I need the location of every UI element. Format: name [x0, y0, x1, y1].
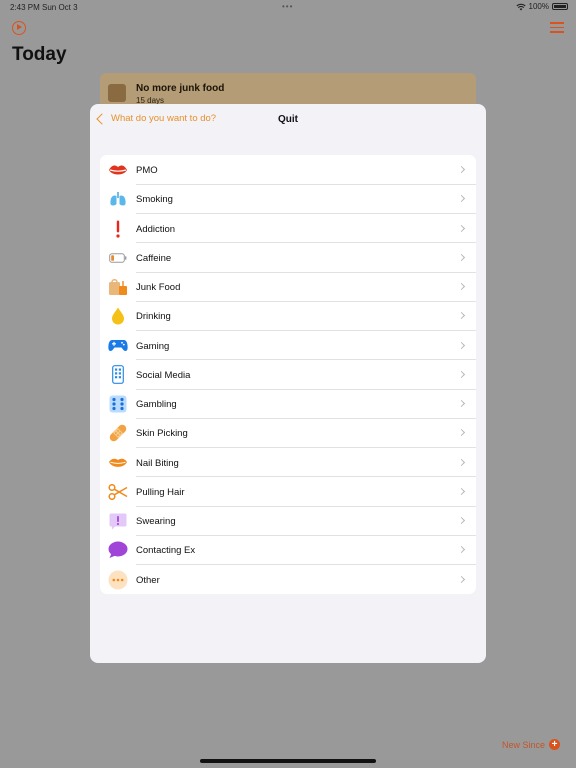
chevron-right-icon: [457, 458, 466, 466]
exclamation-icon: [108, 219, 128, 239]
new-since-button[interactable]: New Since +: [502, 739, 560, 750]
list-item-pmo[interactable]: PMO: [100, 155, 476, 185]
die-icon: [108, 394, 128, 414]
list-item-nail-biting[interactable]: Nail Biting: [100, 448, 476, 478]
battery-percent: 100%: [528, 2, 549, 11]
list-item-gaming[interactable]: Gaming: [100, 331, 476, 361]
chevron-right-icon: [457, 429, 466, 437]
list-item-label: Gambling: [136, 399, 177, 410]
ellipsis-icon: [108, 570, 128, 590]
chevron-right-icon: [457, 546, 466, 554]
list-item-label: Other: [136, 574, 160, 586]
play-circle-icon[interactable]: [12, 21, 26, 35]
takeout-bag-icon: [108, 84, 126, 102]
new-since-label: New Since: [501, 739, 545, 750]
list-item-smoking[interactable]: Smoking: [100, 184, 476, 214]
list-item-other[interactable]: Other: [100, 565, 476, 594]
list-item-label: Junk Food: [136, 282, 181, 293]
list-icon[interactable]: [550, 22, 564, 34]
plus-circle-icon: +: [549, 739, 560, 750]
chevron-right-icon: [457, 516, 466, 525]
status-date: Sun Oct 3: [42, 3, 78, 12]
multitasking-dots[interactable]: •••: [282, 2, 293, 11]
chevron-right-icon: [457, 195, 466, 203]
list-item-label: Smoking: [136, 194, 173, 206]
chevron-right-icon: [457, 399, 466, 408]
quit-sheet: What do you want to do? Quit PMO Smoking…: [90, 104, 486, 663]
list-item-drinking[interactable]: Drinking: [100, 301, 476, 331]
list-item-junk-food[interactable]: Junk Food: [100, 272, 476, 302]
chevron-right-icon: [457, 575, 466, 583]
battery-low-icon: [108, 248, 128, 268]
chevron-right-icon: [457, 341, 466, 349]
speech-bubble-icon: [108, 540, 128, 560]
list-item-label: Gaming: [136, 340, 170, 352]
list-item-label: Pulling Hair: [136, 486, 185, 498]
habit-card-title: No more junk food: [136, 83, 225, 94]
list-item-social-media[interactable]: Social Media: [100, 360, 476, 390]
list-item-label: Contacting Ex: [136, 545, 196, 557]
chevron-right-icon: [457, 165, 466, 174]
exclamation-bubble-icon: [108, 511, 128, 531]
list-item-label: Addiction: [136, 223, 176, 235]
list-item-label: PMO: [136, 165, 158, 176]
list-item-skin-picking[interactable]: Skin Picking: [100, 418, 476, 448]
list-item-addiction[interactable]: Addiction: [100, 214, 476, 244]
list-item-gambling[interactable]: Gambling: [100, 389, 476, 419]
list-item-label: Drinking: [136, 311, 171, 323]
list-item-label: Skin Picking: [136, 428, 188, 440]
sheet-header: What do you want to do? Quit: [90, 104, 486, 138]
list-item-contacting-ex[interactable]: Contacting Ex: [100, 535, 476, 565]
list-item-label: Nail Biting: [136, 457, 179, 469]
list-item-pulling-hair[interactable]: Pulling Hair: [100, 477, 476, 507]
battery-icon: [552, 3, 568, 10]
gamecontroller-icon: [108, 336, 128, 356]
list-item-label: Social Media: [136, 369, 191, 381]
quit-options-list: PMO Smoking Addiction Caffeine Junk Food…: [100, 155, 476, 594]
status-right: 100%: [515, 2, 568, 11]
chevron-right-icon: [457, 224, 466, 232]
chevron-right-icon: [457, 370, 466, 378]
lungs-icon: [108, 189, 128, 209]
mouth-icon: [108, 453, 128, 473]
list-item-caffeine[interactable]: Caffeine: [100, 243, 476, 273]
scissors-icon: [108, 482, 128, 502]
status-time: 2:43 PM: [10, 3, 40, 12]
list-item-label: Caffeine: [136, 252, 172, 264]
chevron-right-icon: [457, 487, 466, 495]
takeout-bag-icon: [108, 277, 128, 297]
bandage-icon: [108, 423, 128, 443]
chevron-right-icon: [457, 312, 466, 320]
page-title: Today: [12, 44, 67, 65]
lips-icon: [108, 160, 128, 180]
home-indicator[interactable]: [200, 759, 376, 763]
phone-apps-icon: [108, 365, 128, 385]
chevron-right-icon: [457, 282, 466, 291]
list-item-label: Swearing: [136, 516, 176, 527]
chevron-right-icon: [457, 253, 466, 261]
wifi-icon: [515, 3, 526, 10]
drop-icon: [108, 306, 128, 326]
sheet-title: Quit: [278, 114, 298, 125]
status-bar: 2:43 PM Sun Oct 3 ••• 100%: [0, 0, 576, 14]
list-item-swearing[interactable]: Swearing: [100, 506, 476, 536]
